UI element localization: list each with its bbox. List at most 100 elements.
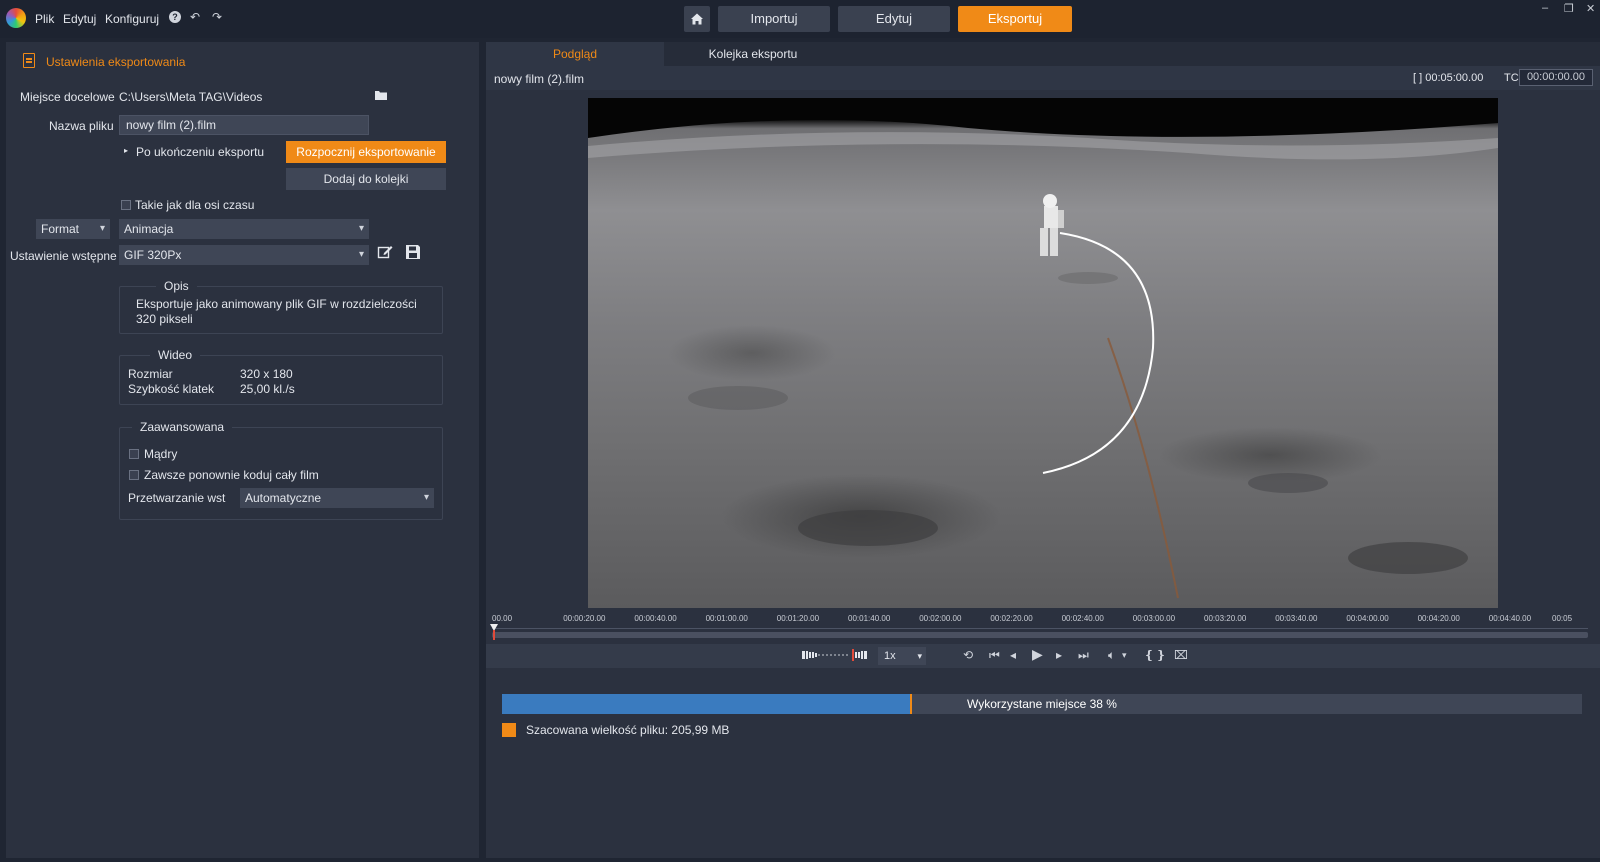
menu-configure[interactable]: Konfiguruj (105, 12, 159, 26)
mark-in-icon[interactable]: ❴ (1144, 648, 1154, 662)
edit-preset-icon[interactable] (377, 244, 393, 260)
app-window: Plik Edytuj Konfiguruj ? ↶ ↷ Importuj Ed… (0, 0, 1600, 862)
description-group: Opis Eksportuje jako animowany plik GIF … (119, 279, 443, 334)
timeline-scrubber[interactable] (492, 632, 1588, 638)
volume-icon[interactable]: 🔈︎ (1108, 648, 1115, 663)
timeline-tick-label: 00:01:20.00 (776, 614, 820, 623)
preview-tabs: Podgląd Kolejka eksportu (486, 42, 1600, 66)
play-icon[interactable]: ▶ (1032, 646, 1043, 663)
timeline-ruler (492, 628, 1588, 629)
timeline-tick-label: 00:03:40.00 (1275, 614, 1318, 623)
same-as-timeline-checkbox[interactable] (121, 200, 131, 210)
timeline-tick-label: 00:00:20.00 (563, 614, 606, 623)
smart-label: Mądry (144, 447, 178, 461)
app-logo-icon (6, 8, 26, 28)
speed-value: 1x (884, 650, 896, 662)
shuttle-icon[interactable] (802, 648, 870, 662)
timeline-tick-label: 00:03:00.00 (1132, 614, 1176, 623)
timeline-tick-label: 00:02:40.00 (1061, 614, 1104, 623)
undo-icon[interactable]: ↶ (190, 10, 200, 24)
panel-title: Ustawienia eksportowania (46, 55, 186, 69)
destination-value: C:\Users\Meta TAG\Videos (119, 90, 263, 104)
go-to-start-icon[interactable]: ⏮ (989, 648, 1000, 663)
minimize-icon[interactable]: – (1542, 2, 1548, 14)
destination-label: Miejsce docelowe (20, 90, 115, 104)
chevron-down-icon: ▾ (917, 651, 922, 661)
same-as-timeline-label: Takie jak dla osi czasu (135, 198, 255, 212)
save-preset-icon[interactable] (405, 244, 421, 260)
disk-usage-bar: Wykorzystane miejsce 38 % (502, 694, 1582, 714)
tab-export-queue[interactable]: Kolejka eksportu (664, 42, 842, 66)
nav-import-button[interactable]: Importuj (718, 6, 830, 32)
after-export-expand-icon[interactable]: ▸ (124, 146, 128, 155)
clip-name: nowy film (2).film (494, 72, 585, 86)
processing-dropdown[interactable]: Automatyczne (240, 488, 434, 508)
processing-label: Przetwarzanie wst (128, 491, 226, 505)
menu-edit[interactable]: Edytuj (63, 12, 96, 26)
go-to-end-icon[interactable]: ⏭ (1078, 648, 1089, 663)
folder-icon[interactable] (375, 90, 387, 100)
volume-chevron-icon[interactable]: ▾ (1122, 650, 1127, 661)
speed-dropdown[interactable]: 1x ▾ (878, 647, 926, 665)
filename-label: Nazwa pliku (49, 119, 114, 133)
after-export-label[interactable]: Po ukończeniu eksportu (136, 145, 264, 159)
reencode-checkbox[interactable] (129, 470, 139, 480)
smart-checkbox[interactable] (129, 449, 139, 459)
step-forward-icon[interactable]: ▸ (1056, 648, 1062, 662)
help-icon[interactable]: ? (169, 11, 181, 23)
menu-file[interactable]: Plik (35, 12, 54, 26)
timeline-tick-label: 00:01:00.00 (705, 614, 748, 623)
format-value-dropdown[interactable]: Animacja (119, 219, 369, 239)
video-preview[interactable] (588, 98, 1498, 608)
video-title: Wideo (150, 348, 201, 362)
advanced-group: Zaawansowana Mądry Zawsze ponownie koduj… (119, 420, 443, 520)
fps-value: 25,00 kl./s (240, 382, 295, 396)
mark-out-icon[interactable]: ❵ (1156, 648, 1166, 662)
timeline-tick-label: 00:05 (1552, 614, 1573, 623)
preview-panel: Podgląd Kolejka eksportu nowy film (2).f… (486, 42, 1600, 858)
size-label: Rozmiar (128, 367, 173, 381)
timecode-field[interactable]: 00:00:00.00 (1519, 69, 1593, 86)
timeline-tick-label: 00:04:20.00 (1417, 614, 1460, 623)
tab-preview[interactable]: Podgląd (486, 42, 664, 66)
restore-icon[interactable]: ❐ (1564, 2, 1574, 15)
disk-usage-label: Wykorzystane miejsce 38 % (967, 697, 1117, 711)
timeline-tick-label: 00:00:40.00 (634, 614, 677, 623)
nav-export-button[interactable]: Eksportuj (958, 6, 1072, 32)
step-back-icon[interactable]: ◂ (1010, 648, 1016, 662)
timeline-tick-label: 00:02:00.00 (919, 614, 962, 623)
timeline-tick-label: 00:04:40.00 (1488, 614, 1532, 623)
estimated-size-swatch (502, 723, 516, 737)
close-icon[interactable]: ✕ (1586, 2, 1595, 15)
home-icon (691, 13, 703, 25)
top-bar: Plik Edytuj Konfiguruj ? ↶ ↷ Importuj Ed… (0, 0, 1600, 38)
timeline[interactable]: 00.00 00:00:20.00 00:00:40.00 00:01:00.00 00… (486, 608, 1600, 688)
moon-scene-image (588, 98, 1498, 599)
nav-edit-button[interactable]: Edytuj (838, 6, 950, 32)
timeline-tick-label: 00:04:00.00 (1346, 614, 1389, 623)
timeline-tick-label: 00:02:20.00 (990, 614, 1033, 623)
redo-icon[interactable]: ↷ (212, 10, 222, 24)
start-export-button[interactable]: Rozpocznij eksportowanie (286, 141, 446, 163)
preview-info-bar: nowy film (2).film [ ] 00:05:00.00 TC 00… (486, 66, 1600, 90)
timeline-tick-label: 00.00 (492, 614, 513, 623)
tc-label: TC (1504, 72, 1519, 84)
format-dropdown[interactable]: Format (36, 219, 110, 239)
export-settings-icon (23, 53, 35, 68)
description-title: Opis (156, 279, 197, 293)
reencode-label: Zawsze ponownie koduj cały film (144, 468, 319, 482)
filename-input[interactable]: nowy film (2).film (119, 115, 369, 135)
estimated-size-label: Szacowana wielkość pliku: 205,99 MB (526, 723, 730, 737)
size-value: 320 x 180 (240, 367, 293, 381)
loop-icon[interactable]: ⟲ (963, 648, 973, 662)
fps-label: Szybkość klatek (128, 382, 215, 396)
timeline-tick-label: 00:03:20.00 (1204, 614, 1247, 623)
playhead-line (493, 630, 495, 640)
add-to-queue-button[interactable]: Dodaj do kolejki (286, 168, 446, 190)
clear-marks-icon[interactable]: ⌧ (1174, 648, 1188, 662)
preset-dropdown[interactable]: GIF 320Px (119, 245, 369, 265)
advanced-title: Zaawansowana (132, 420, 233, 434)
home-button[interactable] (684, 6, 710, 32)
description-text: Eksportuje jako animowany plik GIF w roz… (136, 297, 417, 326)
export-settings-panel: Ustawienia eksportowania Miejsce docelow… (6, 42, 479, 858)
